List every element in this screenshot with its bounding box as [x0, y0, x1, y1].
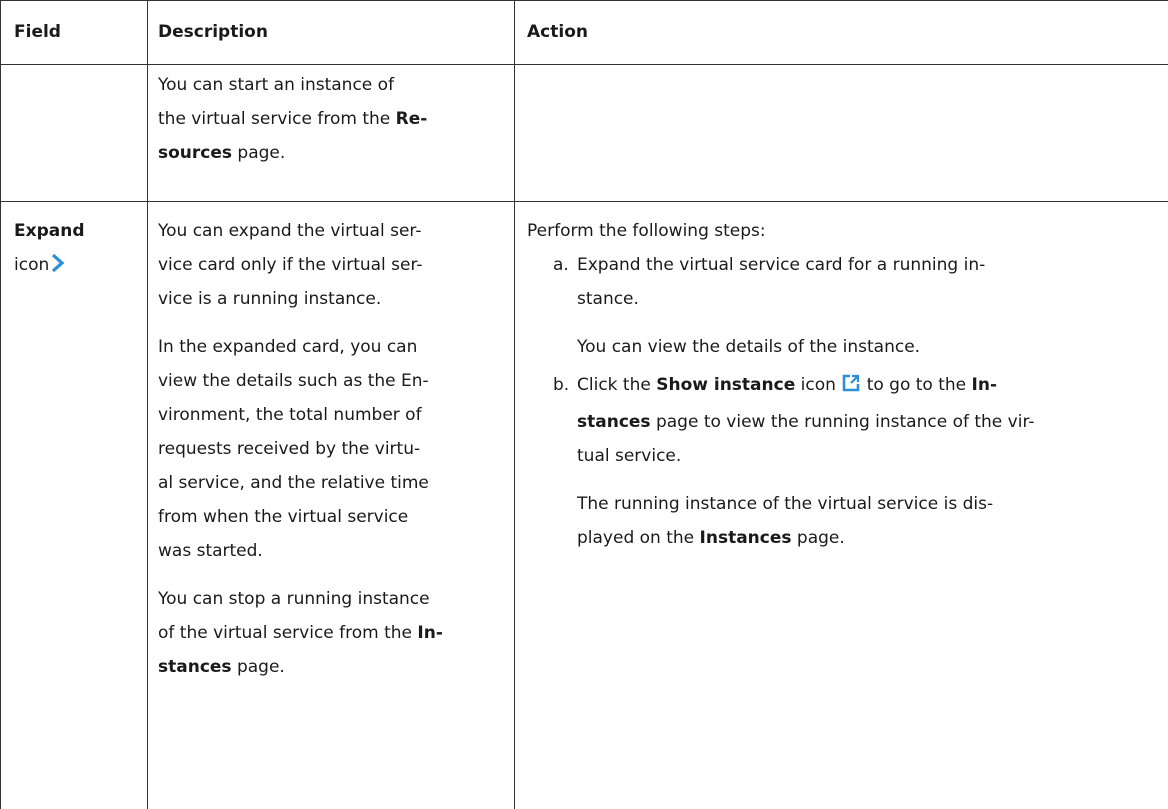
row2-desc-p1: You can expand the virtual ser- vice car…: [158, 221, 423, 309]
row2-field-icon-label: icon: [14, 248, 144, 285]
row2-field-name: Expand: [14, 221, 85, 241]
table-border-top: [0, 0, 1168, 1]
row1-desc-line2: the virtual service from the Re-: [158, 109, 428, 129]
external-link-icon: [841, 371, 861, 405]
step-a-marker: a.: [553, 255, 569, 275]
documentation-table: Field Description Action You can start a…: [0, 0, 1168, 809]
row-divider: [0, 201, 1168, 202]
action-intro: Perform the following steps:: [527, 221, 766, 241]
step-a: a. Expand the virtual service card for a …: [553, 248, 1157, 364]
row1-desc-line3: sources page.: [158, 143, 286, 163]
row1-description: You can start an instance of the virtual…: [158, 68, 508, 170]
chevron-right-icon: [51, 251, 65, 285]
step-a-note: You can view the details of the instance…: [577, 337, 921, 357]
header-action: Action: [527, 22, 588, 42]
header-field: Field: [14, 22, 61, 42]
row2-desc-p3: You can stop a running instance of the v…: [158, 589, 443, 677]
step-b: b. Click the Show instance icon to go to …: [553, 368, 1157, 555]
row1-desc-line1: You can start an instance of: [158, 75, 395, 95]
step-b-marker: b.: [553, 375, 570, 395]
row2-field: Expand icon: [14, 214, 144, 285]
column-divider-1: [147, 0, 148, 809]
row2-description: You can expand the virtual ser- vice car…: [158, 214, 508, 684]
row2-action: Perform the following steps: a. Expand th…: [527, 214, 1157, 555]
column-divider-2: [514, 0, 515, 809]
step-b-note: The running instance of the virtual serv…: [577, 494, 994, 548]
row2-desc-p2: In the expanded card, you can view the d…: [158, 337, 429, 561]
table-border-left: [0, 0, 1, 809]
header-divider: [0, 64, 1168, 65]
header-description: Description: [158, 22, 268, 42]
